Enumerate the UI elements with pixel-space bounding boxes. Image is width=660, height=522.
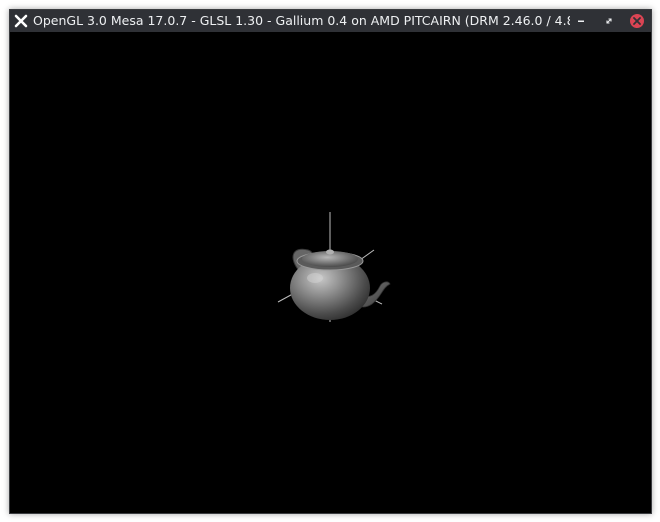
restore-button[interactable] xyxy=(598,10,620,32)
minimize-button[interactable] xyxy=(570,10,592,32)
title-bar[interactable]: OpenGL 3.0 Mesa 17.0.7 - GLSL 1.30 - Gal… xyxy=(10,10,651,32)
window-title: OpenGL 3.0 Mesa 17.0.7 - GLSL 1.30 - Gal… xyxy=(33,13,570,28)
gl-viewport[interactable] xyxy=(10,32,651,513)
scene-canvas xyxy=(277,212,391,322)
teapot-knob xyxy=(326,249,334,255)
close-icon xyxy=(630,14,644,28)
teapot-model xyxy=(290,248,391,320)
opengl-window: OpenGL 3.0 Mesa 17.0.7 - GLSL 1.30 - Gal… xyxy=(9,9,652,514)
minimize-icon xyxy=(578,20,584,22)
restore-icon xyxy=(606,18,612,24)
close-button[interactable] xyxy=(626,10,648,32)
x-app-icon[interactable] xyxy=(13,13,29,29)
